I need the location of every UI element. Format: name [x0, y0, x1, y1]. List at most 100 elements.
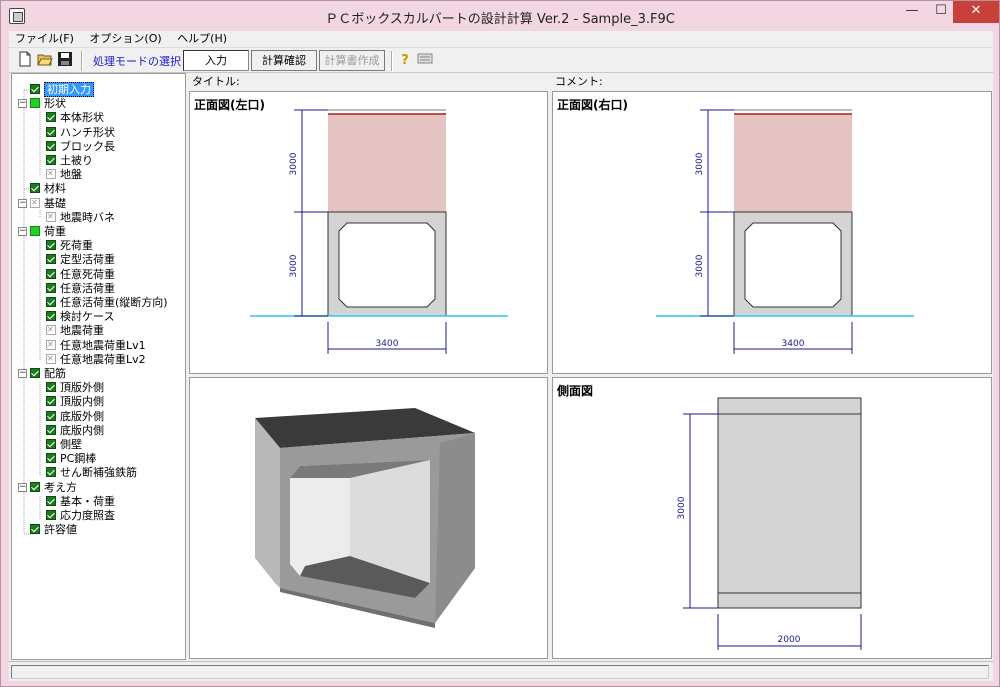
tree-item[interactable]: − 配筋	[18, 367, 66, 381]
tree-checkbox-icon	[46, 254, 56, 265]
tree-item[interactable]: 検討ケース	[46, 310, 114, 324]
tree-checkbox-icon	[46, 140, 56, 151]
input-tree[interactable]: 初期入力 − 形状本体形状ハンチ形状ブロック長土被り地盤材料 − 基礎地震時バネ − 荷重死…	[11, 73, 186, 660]
comment-label: コメント:	[552, 73, 992, 90]
3d-side-face	[435, 433, 475, 623]
tree-item-label: PC鋼棒	[60, 452, 97, 466]
tree-expander-icon[interactable]: −	[18, 198, 27, 208]
tree-item[interactable]: 地盤	[46, 167, 82, 182]
close-button[interactable]: ✕	[953, 1, 999, 23]
soil-cover	[734, 114, 852, 212]
tree-checkbox-icon	[46, 323, 56, 337]
tree-checkbox-icon	[46, 240, 56, 251]
tree-expander-icon[interactable]: −	[18, 482, 27, 492]
tree-checkbox-icon	[30, 368, 40, 378]
tree-item[interactable]: 任意地震荷重Lv1	[46, 338, 146, 353]
menu-help[interactable]: ヘルプ(H)	[171, 31, 233, 47]
tree-item[interactable]: − 形状	[18, 97, 66, 111]
tree-item[interactable]: 死荷重	[46, 239, 93, 253]
tree-item[interactable]: せん断補強鉄筋	[46, 466, 137, 480]
tree-expander-icon[interactable]: −	[18, 369, 27, 378]
tree-item[interactable]: 地震荷重	[46, 323, 104, 338]
calc-check-button[interactable]: 計算確認	[251, 50, 317, 71]
tree-item-label: 考え方	[44, 480, 77, 494]
status-panel	[11, 665, 989, 679]
tree-item-label: 検討ケース	[60, 310, 115, 324]
tree-item[interactable]: − 荷重	[18, 225, 66, 239]
tree-checkbox-icon	[46, 167, 56, 181]
tree-item-label: 頂版内側	[60, 395, 104, 409]
tree-item-label: 基礎	[44, 196, 66, 210]
tree-item-label: 任意地震荷重Lv2	[60, 352, 146, 366]
tree-item[interactable]: 本体形状	[46, 111, 104, 125]
new-file-icon	[19, 51, 31, 67]
new-file-button[interactable]	[15, 51, 35, 71]
tree-item[interactable]: 側壁	[46, 438, 82, 452]
tree-item[interactable]: ハンチ形状	[46, 126, 115, 140]
tree-item-label: 任意活荷重	[60, 281, 115, 295]
side-view-pane[interactable]: 側面図 3000 2000	[552, 377, 992, 659]
tree-item[interactable]: 初期入力	[30, 82, 94, 97]
tree-item[interactable]: 頂版内側	[46, 395, 104, 409]
tree-checkbox-icon	[30, 524, 40, 535]
front-view-right-pane[interactable]: 正面図(右口) 3000 3000 3400	[552, 91, 992, 374]
tree-item[interactable]: 許容値	[30, 523, 77, 537]
tree-item[interactable]: 底版外側	[46, 410, 104, 424]
tree-item[interactable]: 底版内側	[46, 424, 104, 438]
tree-item-label: 頂版外側	[60, 381, 104, 395]
tree-item-label: 任意死荷重	[60, 267, 115, 281]
tree-checkbox-icon	[46, 424, 56, 435]
tree-item-label: 初期入力	[44, 82, 94, 97]
tree-item-label: 材料	[44, 182, 66, 196]
tree-item[interactable]: 材料	[30, 182, 66, 196]
side-body	[717, 397, 862, 609]
info-button[interactable]	[415, 51, 435, 71]
tree-item-label: ハンチ形状	[60, 125, 115, 139]
tree-item[interactable]: 基本・荷重	[46, 495, 115, 509]
tree-checkbox-icon	[46, 439, 56, 449]
tree-item[interactable]: ブロック長	[46, 140, 115, 154]
tree-item[interactable]: 任意死荷重	[46, 268, 115, 282]
save-icon	[58, 52, 72, 66]
3d-view-pane[interactable]	[189, 377, 548, 659]
side-view-drawing: 3000 2000	[677, 397, 862, 650]
tree-expander-icon[interactable]: −	[18, 99, 27, 109]
menu-file[interactable]: ファイル(F)	[9, 31, 80, 47]
tree-checkbox-icon	[46, 268, 56, 279]
tree-item[interactable]: 応力度照査	[46, 509, 115, 523]
tree-checkbox-icon	[46, 396, 56, 407]
tree-item[interactable]: 任意活荷重(縦断方向)	[46, 296, 168, 310]
tree-item[interactable]: − 基礎	[18, 196, 66, 211]
minimize-button[interactable]: —	[898, 1, 926, 23]
tree-item-label: 形状	[44, 97, 66, 111]
tree-checkbox-icon	[46, 467, 56, 478]
menu-option[interactable]: オプション(O)	[83, 31, 167, 47]
tree-item-label: 地震荷重	[60, 324, 104, 338]
create-report-button[interactable]: 計算書作成	[319, 50, 385, 71]
status-bar	[9, 661, 993, 681]
maximize-button[interactable]: ☐	[927, 1, 955, 23]
tree-item[interactable]: PC鋼棒	[46, 452, 96, 466]
tree-item[interactable]: 地震時バネ	[46, 210, 115, 225]
help-button[interactable]: ?	[395, 51, 415, 71]
tree-item[interactable]: 頂版外側	[46, 381, 104, 395]
front-view-right-drawing: 3000 3000 3400	[656, 109, 914, 354]
open-file-button[interactable]	[35, 51, 55, 71]
front-view-left-pane[interactable]: 正面図(左口) 3000 3000 3400	[189, 91, 548, 374]
menu-bar: ファイル(F) オプション(O) ヘルプ(H)	[9, 31, 993, 47]
tree-checkbox-icon	[46, 410, 56, 421]
tree-expander-icon[interactable]: −	[18, 227, 27, 236]
tree-item[interactable]: − 考え方	[18, 480, 77, 495]
tree-item[interactable]: 任意地震荷重Lv2	[46, 352, 146, 367]
tree-checkbox-icon	[46, 495, 56, 506]
tree-item-label: 配筋	[44, 367, 66, 380]
tree-checkbox-icon	[46, 210, 56, 224]
tree-item[interactable]: 土被り	[46, 154, 93, 168]
tree-item-label: 地盤	[60, 168, 82, 182]
tree-item[interactable]: 任意活荷重	[46, 282, 115, 296]
input-mode-button[interactable]: 入力	[183, 50, 249, 71]
save-button[interactable]	[55, 51, 75, 71]
tree-item[interactable]: 定型活荷重	[46, 253, 115, 267]
app-window: ＰＣボックスカルバートの設計計算 Ver.2 - Sample_3.F9C — …	[0, 0, 1000, 687]
side-dim-height: 3000	[677, 496, 687, 519]
